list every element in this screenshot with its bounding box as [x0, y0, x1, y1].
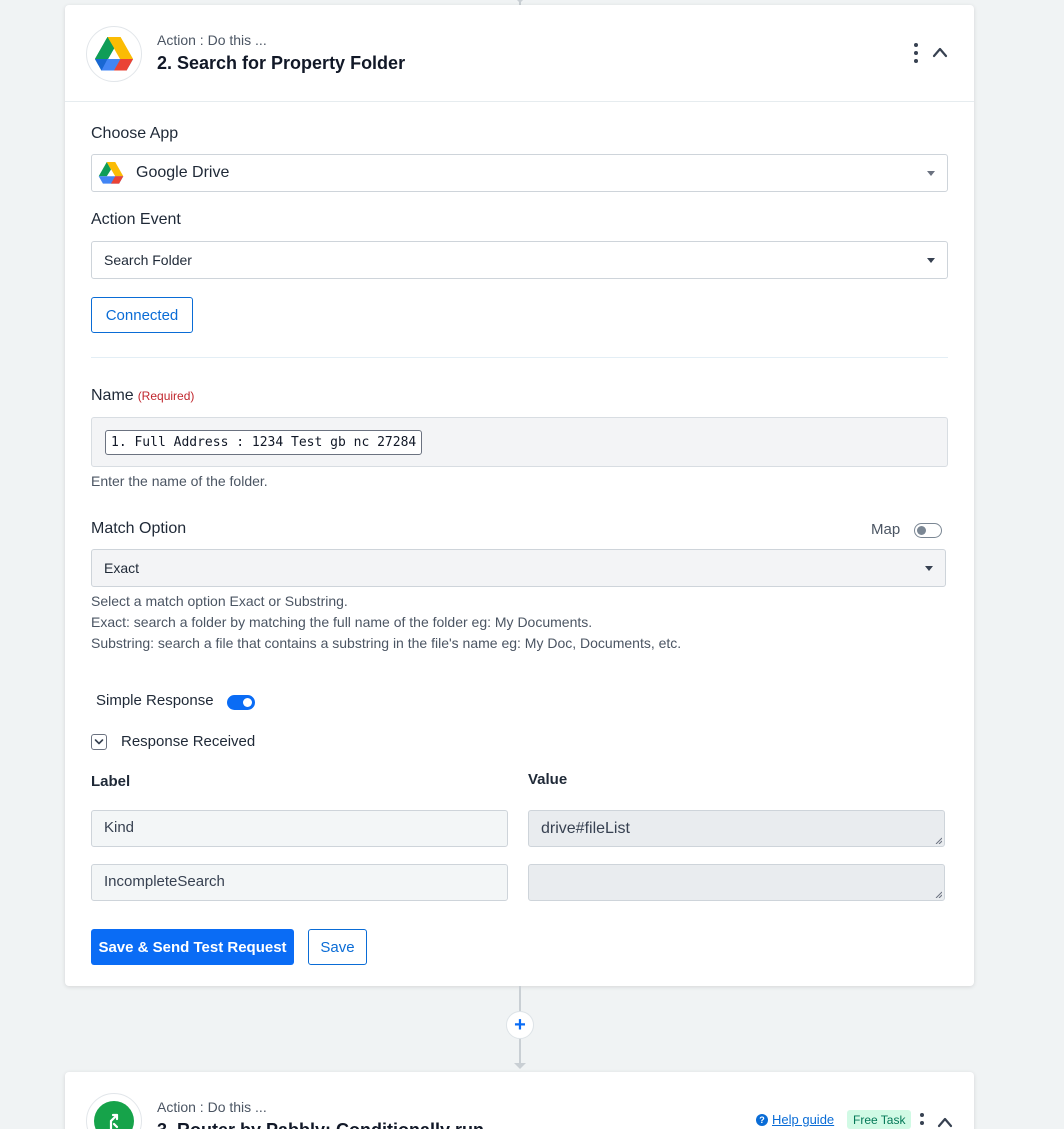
save-and-send-test-button[interactable]: Save & Send Test Request [91, 929, 294, 965]
value-column-header: Value [528, 771, 568, 788]
action-event-select[interactable]: Search Folder [91, 241, 948, 279]
connector-arrow [514, 1063, 526, 1069]
map-toggle[interactable] [914, 523, 942, 538]
more-options-icon[interactable] [919, 1113, 925, 1129]
match-help-line-3: Substring: search a file that contains a… [91, 635, 682, 651]
match-option-label: Match Option [91, 520, 187, 537]
help-guide-text: Help guide [772, 1112, 835, 1127]
step-3-card[interactable]: Action : Do this ... 3. Router by Pabbly… [65, 1072, 974, 1129]
google-drive-icon [86, 26, 142, 82]
simple-response-toggle[interactable] [227, 695, 255, 710]
step-2-title: 2. Search for Property Folder [157, 53, 406, 73]
name-field-label: Name (Required) [91, 387, 194, 405]
add-step-button[interactable]: + [506, 1011, 534, 1039]
step-2-kicker: Action : Do this ... [157, 32, 267, 48]
caret-down-icon [927, 171, 935, 176]
resize-grip-icon[interactable] [935, 837, 942, 844]
step-3-title: 3. Router by Pabbly: Conditionally run [157, 1120, 484, 1129]
help-guide-link[interactable]: ? Help guide [756, 1112, 834, 1127]
caret-down-icon [927, 258, 935, 263]
response-row-label: Kind [91, 810, 508, 847]
simple-response-label: Simple Response [96, 692, 214, 709]
response-received-label: Response Received [121, 733, 256, 750]
step-2-card: Action : Do this ... 2. Search for Prope… [65, 5, 974, 986]
map-label: Map [871, 521, 901, 538]
connected-button[interactable]: Connected [91, 297, 193, 333]
caret-down-icon [925, 566, 933, 571]
step-3-kicker: Action : Do this ... [157, 1099, 267, 1115]
choose-app-label: Choose App [91, 125, 179, 142]
choose-app-value: Google Drive [136, 164, 230, 181]
match-option-select[interactable]: Exact [91, 549, 946, 587]
choose-app-select[interactable]: Google Drive [91, 154, 948, 192]
match-help-line-1: Select a match option Exact or Substring… [91, 593, 348, 609]
required-marker: (Required) [137, 389, 195, 403]
name-label-text: Name [91, 387, 134, 404]
chevron-up-icon[interactable] [931, 45, 949, 59]
response-row-label: IncompleteSearch [91, 864, 508, 901]
free-task-badge: Free Task [847, 1110, 912, 1129]
name-field[interactable]: 1. Full Address : 1234 Test gb nc 27284 [91, 417, 948, 467]
label-column-header: Label [91, 773, 131, 790]
mapped-value-chip[interactable]: 1. Full Address : 1234 Test gb nc 27284 [105, 430, 423, 455]
response-value-text: drive#fileList [541, 820, 630, 837]
chevron-up-icon[interactable] [936, 1115, 954, 1129]
router-icon [86, 1093, 142, 1129]
chevron-down-icon [94, 739, 104, 745]
match-help-line-2: Exact: search a folder by matching the f… [91, 614, 593, 630]
connector-line [519, 1039, 521, 1064]
response-row-value[interactable]: drive#fileList [528, 810, 945, 847]
response-received-checkbox[interactable] [91, 734, 107, 750]
action-event-value: Search Folder [104, 252, 192, 268]
match-option-value: Exact [104, 560, 140, 576]
response-row-value[interactable] [528, 864, 945, 901]
more-options-icon[interactable] [913, 43, 919, 63]
save-button[interactable]: Save [308, 929, 367, 965]
step-2-header[interactable]: Action : Do this ... 2. Search for Prope… [65, 5, 974, 102]
action-event-label: Action Event [91, 211, 181, 228]
name-help-text: Enter the name of the folder. [91, 473, 268, 489]
question-icon: ? [756, 1113, 768, 1126]
section-divider [91, 357, 948, 358]
top-connector-arrow [514, 0, 526, 3]
resize-grip-icon[interactable] [935, 891, 942, 898]
google-drive-icon [98, 162, 124, 184]
connector-line [519, 986, 521, 1011]
